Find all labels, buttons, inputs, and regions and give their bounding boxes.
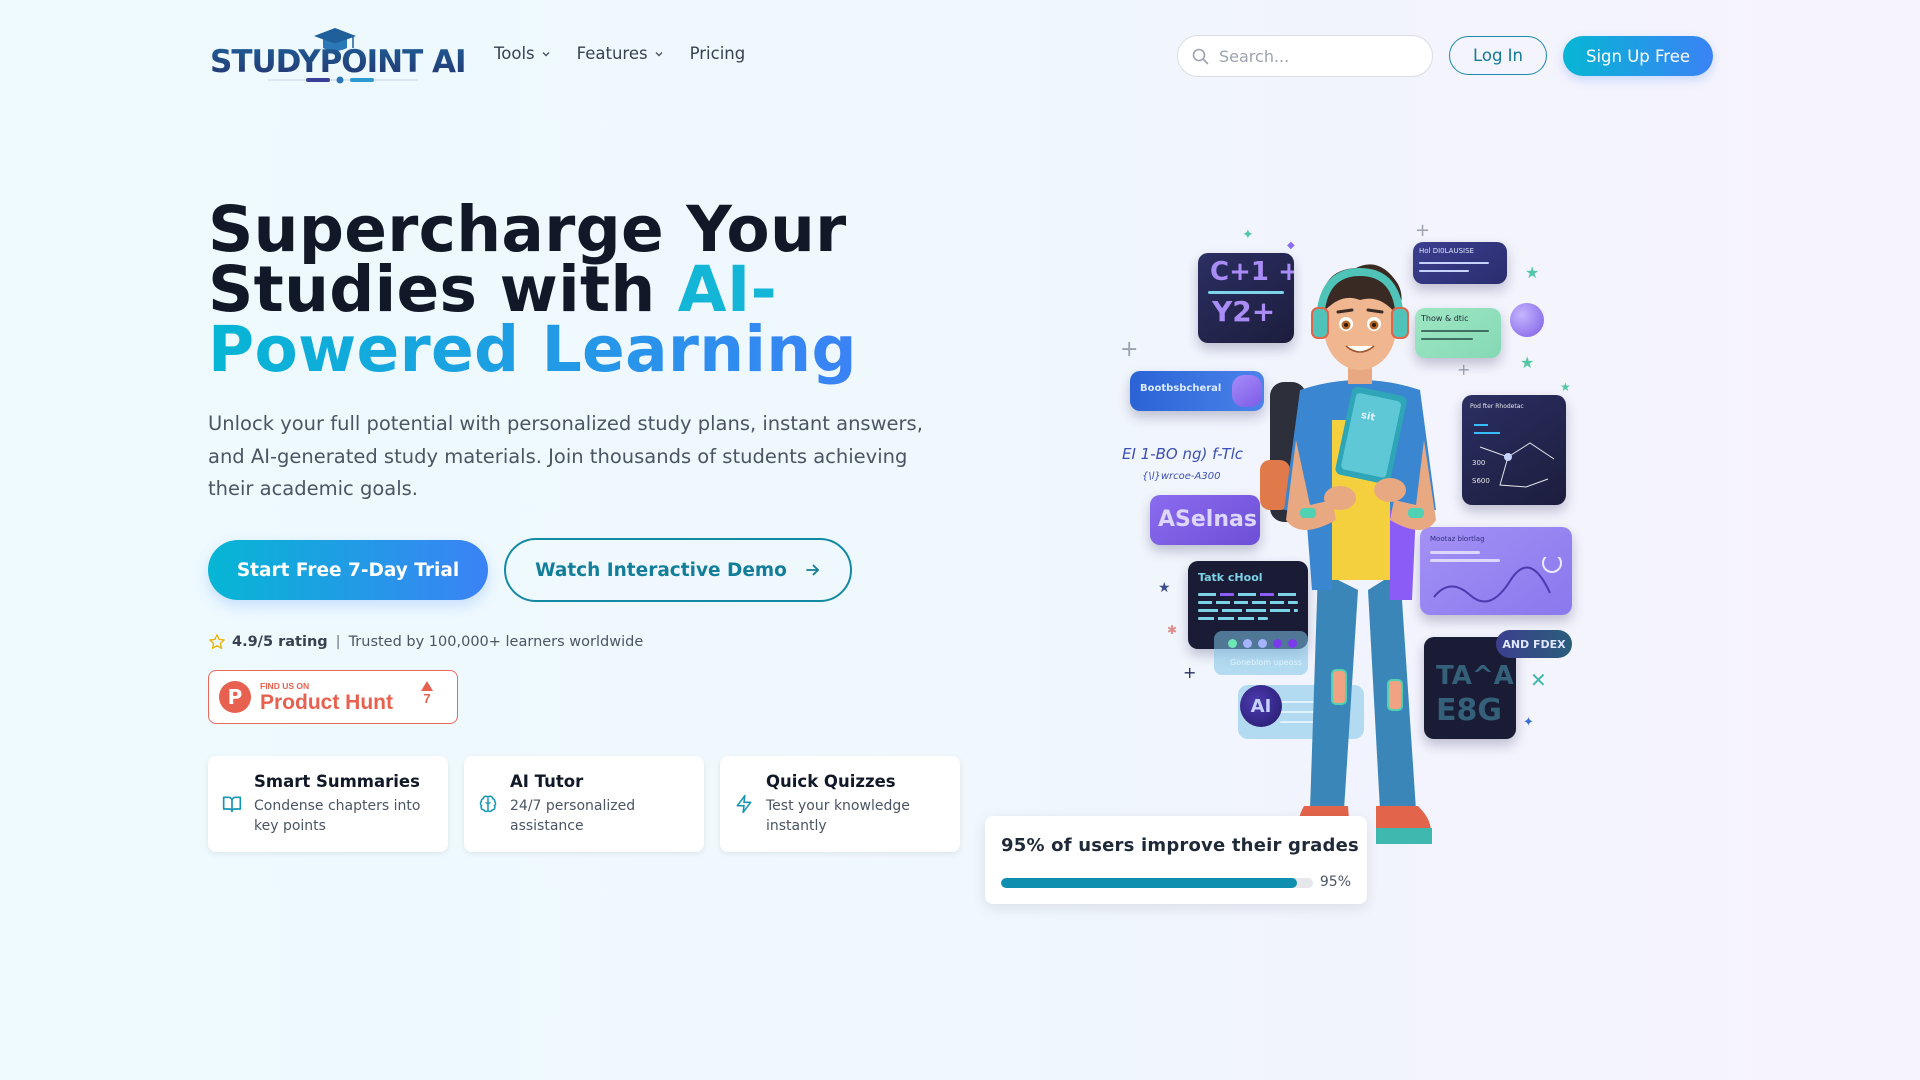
sparkle-icon: ✦ — [1242, 227, 1254, 243]
feature-card-quick-quizzes[interactable]: Quick Quizzes Test your knowledge instan… — [720, 756, 960, 852]
plus-icon: + — [1183, 663, 1197, 682]
feature-description: Condense chapters into key points — [254, 798, 421, 834]
product-hunt-badge[interactable]: P FIND US ON Product Hunt 7 — [208, 670, 458, 724]
star-icon — [209, 634, 225, 649]
book-open-icon — [222, 796, 242, 813]
arrow-right-icon — [805, 564, 819, 576]
purple-orb-icon — [1510, 303, 1544, 337]
start-trial-button[interactable]: Start Free 7-Day Trial — [208, 540, 488, 600]
product-hunt-text: FIND US ON Product Hunt — [260, 681, 393, 714]
sparkle-icon: ★ — [1158, 580, 1171, 596]
search-input[interactable] — [1219, 46, 1419, 66]
feature-description: Test your knowledge instantly — [766, 798, 910, 834]
nav-tools[interactable]: Tools — [494, 44, 551, 63]
network-graph-icon: 300 S600 — [1472, 424, 1555, 488]
andex-badge: AND FDEX — [1496, 630, 1572, 658]
nav-features-label: Features — [576, 44, 648, 63]
feature-description: 24/7 personalized assistance — [510, 798, 636, 834]
search-box[interactable] — [1177, 35, 1433, 77]
x-icon: ✕ — [1530, 668, 1547, 692]
progress-bar-track — [1001, 878, 1313, 888]
logo-text: STUDYPOINT AI — [210, 44, 467, 80]
dot-icon — [1228, 639, 1237, 648]
nav-pricing-label: Pricing — [689, 44, 746, 63]
signup-button[interactable]: Sign Up Free — [1563, 36, 1713, 76]
brain-icon — [479, 795, 497, 813]
product-hunt-big-label: Product Hunt — [260, 690, 393, 714]
progress-percent-label: 95% — [1319, 874, 1351, 890]
feature-title: Smart Summaries — [254, 772, 420, 791]
sparkle-icon: ★ — [1520, 353, 1535, 372]
sparkle-icon: ★ — [1525, 263, 1540, 282]
hero-illustration: ✦ ◆ + ★ + + ★ ★ ★ ✱ + ✕ ✦ C+1 + Y2+ Hol … — [1110, 215, 1600, 845]
feature-card-ai-tutor[interactable]: AI Tutor 24/7 personalized assistance — [464, 756, 704, 852]
feature-title: Quick Quizzes — [766, 772, 896, 791]
formula-text: EI 1-BO ng) f-Tlc — [1122, 445, 1244, 463]
search-icon — [1192, 48, 1209, 64]
feature-title: AI Tutor — [510, 772, 584, 791]
nav-pricing[interactable]: Pricing — [690, 44, 746, 63]
nav-features[interactable]: Features — [577, 44, 664, 63]
watch-demo-label: Watch Interactive Demo — [535, 559, 787, 581]
rating-row: 4.9/5 rating | Trusted by 100,000+ learn… — [208, 633, 643, 651]
rating-separator: | — [335, 634, 341, 650]
stat-title: 95% of users improve their grades — [1001, 835, 1359, 856]
rating-value: 4.9/5 rating — [232, 634, 328, 650]
plus-icon: + — [1415, 220, 1431, 241]
login-button[interactable]: Log In — [1449, 36, 1547, 75]
hero-lead-paragraph: Unlock your full potential with personal… — [208, 412, 923, 500]
logo-underline-decoration — [268, 76, 418, 84]
student-character-illustration: sit — [1260, 264, 1436, 844]
main-nav: Tools Features Pricing — [494, 44, 745, 63]
nav-tools-label: Tools — [494, 44, 535, 63]
sparkle-icon: ✦ — [1523, 715, 1534, 730]
product-hunt-small-label: FIND US ON — [260, 680, 310, 691]
plus-icon: + — [1120, 337, 1139, 362]
product-hunt-logo-icon: P — [219, 681, 251, 713]
upvote-triangle-icon — [421, 681, 433, 691]
trust-text: Trusted by 100,000+ learners worldwide — [348, 634, 644, 650]
chevron-down-icon — [655, 51, 663, 56]
watch-demo-button[interactable]: Watch Interactive Demo — [504, 538, 852, 602]
product-hunt-upvote: 7 — [421, 681, 433, 707]
upvote-count: 7 — [423, 691, 431, 706]
sparkle-icon: ✱ — [1167, 623, 1178, 637]
grade-improvement-stat-card: 95% of users improve their grades 95% — [985, 816, 1367, 904]
formula-subtext: {\l}wrcoe-A300 — [1142, 471, 1221, 482]
chevron-down-icon — [542, 51, 550, 56]
blue-bubble-text: Bootbsbcheral — [1140, 383, 1222, 394]
progress-bar-fill — [1001, 878, 1298, 888]
hero-headline: Supercharge Your Studies with AI- Powere… — [208, 198, 948, 381]
headline-accent-powered-learning: Powered Learning — [208, 313, 857, 386]
feature-card-smart-summaries[interactable]: Smart Summaries Condense chapters into k… — [208, 756, 448, 852]
sparkle-icon: ★ — [1560, 380, 1571, 394]
zap-icon — [736, 794, 752, 814]
logo[interactable]: STUDYPOINT AI — [208, 26, 467, 88]
